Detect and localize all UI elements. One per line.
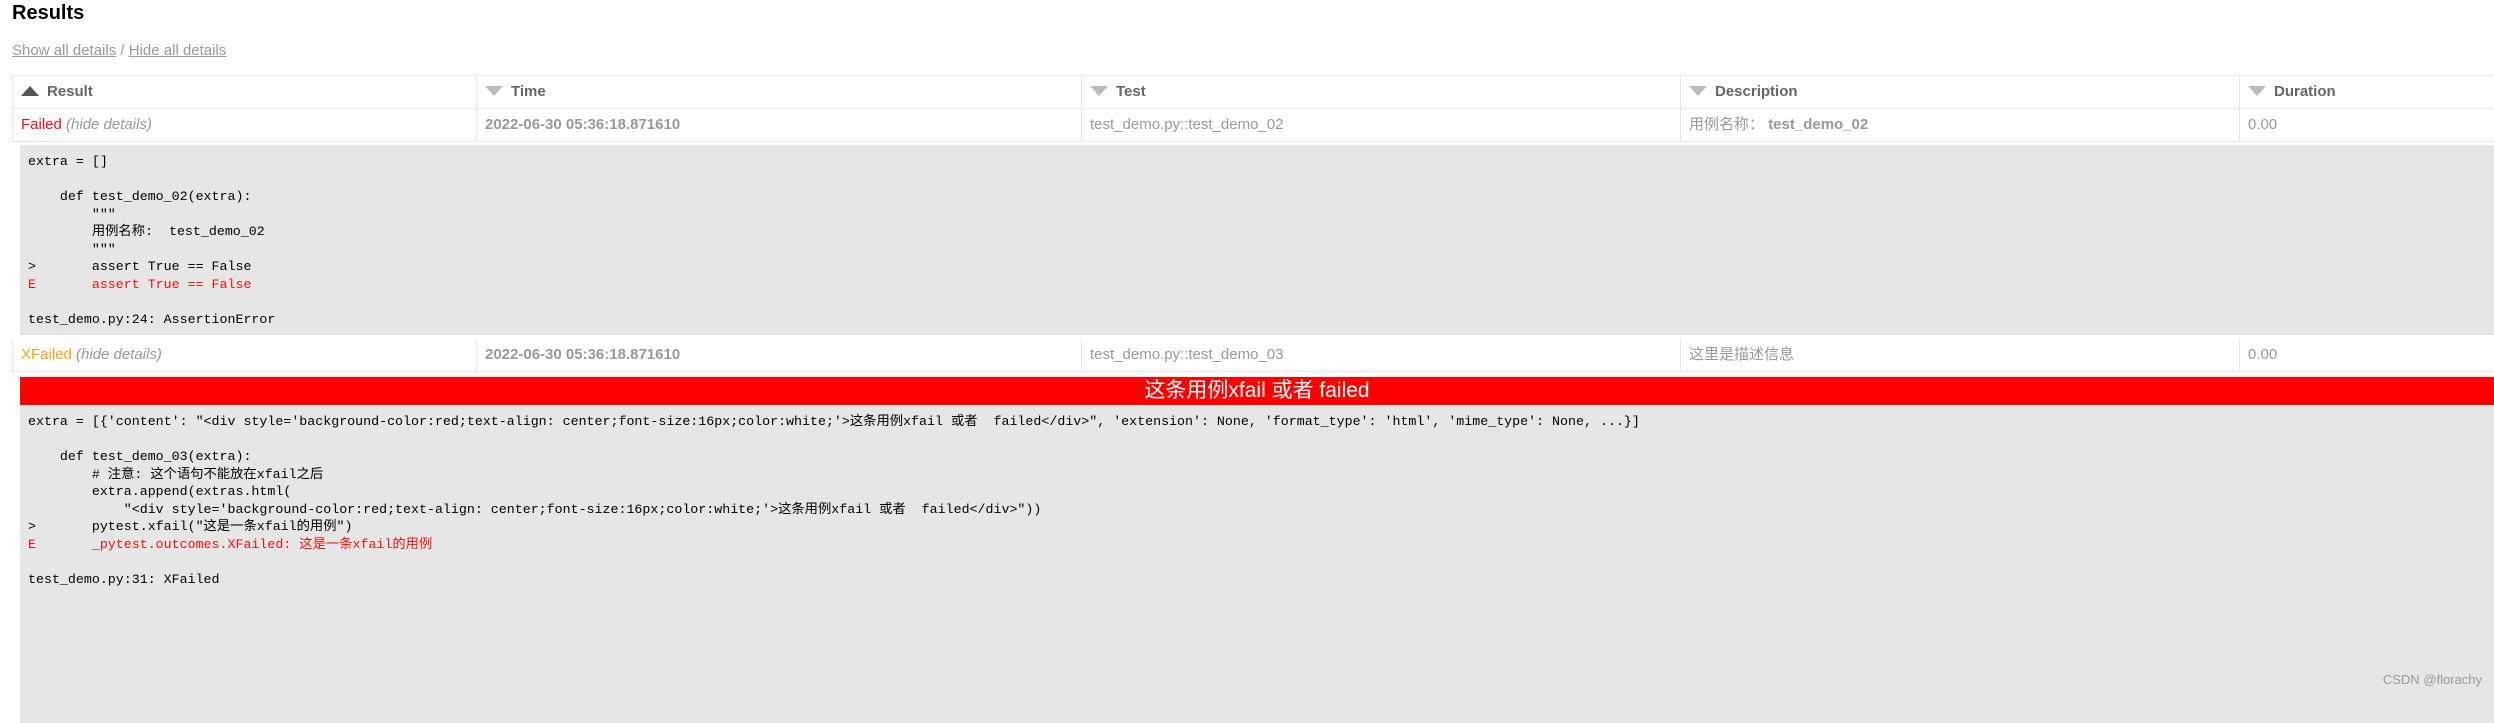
column-label: Time [511,83,546,100]
column-header-duration[interactable]: Duration [2239,76,2494,108]
duration-cell: 0.00 [2239,339,2494,371]
show-all-details-link[interactable]: Show all details [12,42,116,59]
sort-icon [2248,86,2266,97]
log-line: # 注意: 这个语句不能放在xfail之后 [28,466,324,482]
watermark: CSDN @florachy [2382,672,2482,687]
description-label: 这里是描述信息 [1689,346,1795,363]
log-line: extra = [] [28,154,108,169]
log-line: test_demo.py:31: XFailed [28,571,220,587]
log-output: extra = [{'content': "<div style='backgr… [20,405,2494,588]
test-cell: test_demo.py::test_demo_03 [1081,339,1680,371]
hide-all-details-link[interactable]: Hide all details [129,42,227,59]
time-value: 2022-06-30 05:36:18.871610 [485,346,681,363]
log-line: def test_demo_02(extra): [28,189,252,204]
status-failed: Failed [21,116,62,133]
column-header-description[interactable]: Description [1680,76,2239,108]
description-label: 用例名称： [1689,116,1765,133]
time-cell: 2022-06-30 05:36:18.871610 [476,109,1081,141]
hide-details-link[interactable]: (hide details) [66,116,152,133]
results-table: Result Time Test Description Duration Fa… [12,75,2494,723]
sort-icon [1689,86,1707,97]
test-cell: test_demo.py::test_demo_02 [1081,109,1680,141]
log-line: > assert True == False [28,259,252,274]
column-header-test[interactable]: Test [1081,76,1680,108]
table-row: Failed (hide details) 2022-06-30 05:36:1… [12,109,2494,142]
log-line: 用例名称: test_demo_02 [28,224,265,239]
log-line: test_demo.py:24: AssertionError [28,311,276,327]
extra-log-panel: extra = [{'content': "<div style='backgr… [20,405,2494,723]
log-line: def test_demo_03(extra): [28,449,252,464]
column-label: Result [47,83,93,100]
log-error-line: E assert True == False [28,276,252,292]
sort-ascending-icon [21,86,39,97]
result-cell: XFailed (hide details) [12,339,476,371]
duration-cell: 0.00 [2239,109,2494,141]
extra-log-panel: extra = [] def test_demo_02(extra): """ … [20,145,2494,335]
column-header-time[interactable]: Time [476,76,1081,108]
column-label: Description [1715,83,1798,100]
table-header: Result Time Test Description Duration [12,75,2494,109]
description-cell: 用例名称： test_demo_02 [1680,109,2239,141]
column-label: Test [1116,83,1146,100]
log-line: """ [28,241,116,257]
xfail-banner: 这条用例xfail 或者 failed [20,377,2494,405]
column-label: Duration [2274,83,2336,100]
page-title: Results [12,2,85,24]
sort-icon [485,86,503,97]
status-xfailed: XFailed [21,346,72,363]
column-header-result[interactable]: Result [12,76,476,108]
log-error-line: E _pytest.outcomes.XFailed: 这是一条xfail的用例 [28,536,433,552]
description-cell: 这里是描述信息 [1680,339,2239,371]
description-value: test_demo_02 [1768,116,1869,133]
log-line: > pytest.xfail("这是一条xfail的用例") [28,519,353,534]
table-row: XFailed (hide details) 2022-06-30 05:36:… [12,339,2494,372]
details-toggles: Show all details / Hide all details [12,42,226,59]
log-output: extra = [] def test_demo_02(extra): """ … [20,145,2494,328]
sort-icon [1090,86,1108,97]
log-line: extra.append(extras.html( [28,484,292,499]
log-line: "<div style='background-color:red;text-a… [28,501,1042,517]
time-cell: 2022-06-30 05:36:18.871610 [476,339,1081,371]
result-cell: Failed (hide details) [12,109,476,141]
toggle-separator: / [120,42,125,59]
log-line: extra = [{'content': "<div style='backgr… [28,414,1640,429]
hide-details-link[interactable]: (hide details) [76,346,162,363]
log-line: """ [28,206,116,222]
time-value: 2022-06-30 05:36:18.871610 [485,116,681,133]
